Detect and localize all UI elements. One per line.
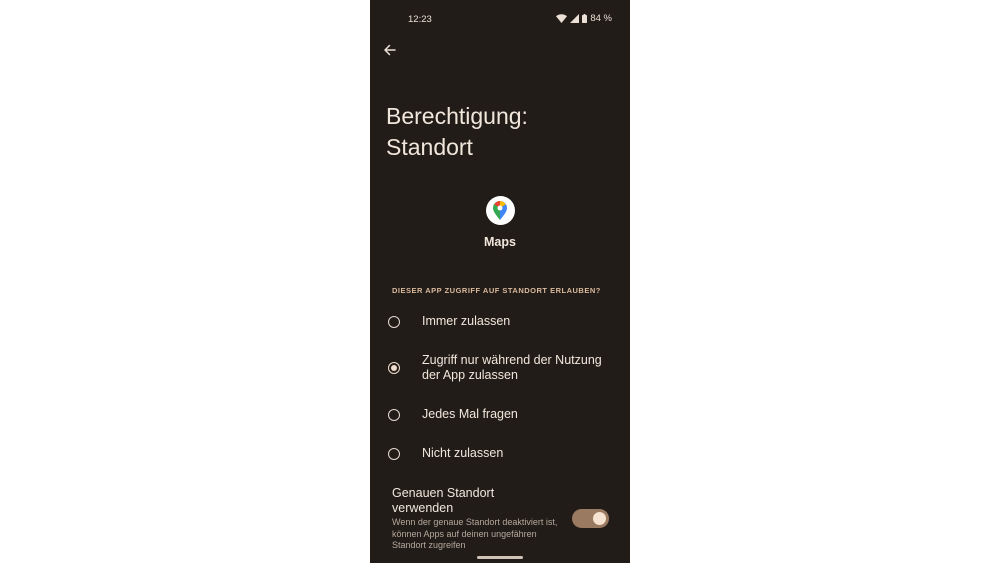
radio-button[interactable] <box>388 315 400 328</box>
status-icons: 84 % <box>556 13 612 24</box>
status-time: 12:23 <box>408 14 432 25</box>
precise-location-title: Genauen Standort verwenden <box>392 486 495 515</box>
gesture-navigation-bar[interactable] <box>477 556 523 559</box>
radio-label: Nicht zulassen <box>422 446 504 460</box>
radio-option-while-in-use[interactable]: Zugriff nur während der Nutzung der App … <box>388 353 618 383</box>
radio-dot <box>391 365 397 371</box>
radio-label: Immer zulassen <box>422 314 511 328</box>
radio-label: Jedes Mal fragen <box>422 407 518 421</box>
precise-location-description: Wenn der genaue Standort deaktiviert ist… <box>392 517 558 551</box>
back-button[interactable] <box>378 40 402 64</box>
radio-label: Zugriff nur während der Nutzung der App … <box>422 353 602 382</box>
toggle-thumb <box>593 512 606 525</box>
app-name: Maps <box>484 235 516 249</box>
radio-button[interactable] <box>388 447 400 460</box>
signal-icon <box>570 14 580 23</box>
wifi-icon <box>556 14 568 23</box>
page-title-line1: Berechtigung: <box>386 103 528 129</box>
google-maps-pin-icon <box>485 196 515 225</box>
radio-option-always[interactable]: Immer zulassen <box>388 314 618 329</box>
page-title: Berechtigung: Standort <box>386 101 616 163</box>
status-bar: 12:23 84 % <box>370 0 630 38</box>
phone-screen: 12:23 84 % Berechtigung: Standort Maps D… <box>370 0 630 563</box>
page-title-line2: Standort <box>386 134 473 160</box>
radio-option-deny[interactable]: Nicht zulassen <box>388 446 618 461</box>
section-label: DIESER APP ZUGRIFF AUF STANDORT ERLAUBEN… <box>392 286 601 295</box>
arrow-left-icon <box>384 43 396 61</box>
radio-button[interactable] <box>388 408 400 421</box>
app-header: Maps <box>370 194 630 249</box>
battery-percent: 84 % <box>590 13 612 24</box>
radio-button-selected[interactable] <box>388 362 400 374</box>
battery-icon <box>582 14 588 23</box>
radio-option-ask-every-time[interactable]: Jedes Mal fragen <box>388 407 618 422</box>
precise-location-toggle[interactable] <box>572 509 609 528</box>
